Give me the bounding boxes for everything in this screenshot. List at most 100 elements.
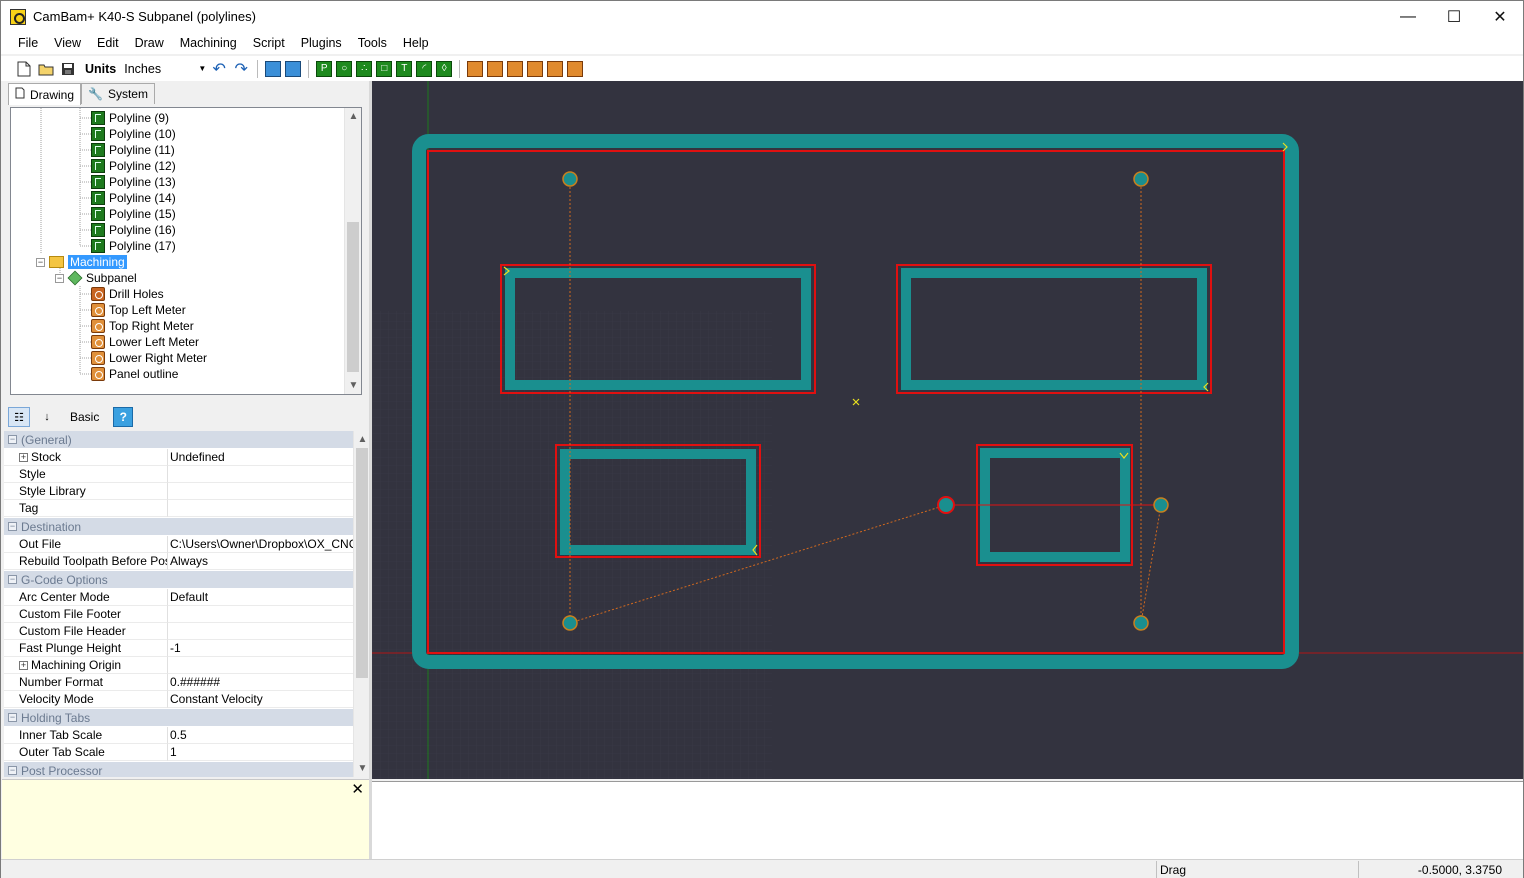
property-value[interactable]: 0.######	[168, 674, 353, 691]
top-right-meter-toolpath[interactable]	[901, 268, 1207, 390]
property-row-velocity-mode[interactable]: Velocity Mode Constant Velocity	[4, 691, 353, 708]
collapse-icon[interactable]: −	[36, 257, 45, 267]
property-row-machining-origin[interactable]: + Machining Origin	[4, 657, 353, 674]
category-destination[interactable]: − Destination	[4, 518, 353, 535]
maximize-button[interactable]: ☐	[1431, 1, 1477, 32]
save-icon[interactable]	[59, 60, 77, 78]
engrave-op-icon[interactable]	[527, 60, 544, 77]
menu-script[interactable]: Script	[245, 36, 293, 50]
collapse-icon[interactable]: −	[8, 575, 17, 584]
draw-surface-icon[interactable]: ◊	[436, 60, 453, 77]
tree-item-polyline[interactable]: Polyline (9)	[91, 110, 169, 126]
tree-item-polyline[interactable]: Polyline (11)	[91, 142, 175, 158]
property-row-outer-tab[interactable]: Outer Tab Scale 1	[4, 744, 353, 761]
draw-circle-icon[interactable]: ○	[336, 60, 353, 77]
pocket-op-icon[interactable]	[487, 60, 504, 77]
drawing-canvas[interactable]	[372, 81, 1523, 779]
property-grid[interactable]: − (General) + Stock Undefined Style Style L…	[4, 431, 370, 777]
draw-rectangle-icon[interactable]: □	[376, 60, 393, 77]
show-grid-icon[interactable]	[285, 60, 302, 77]
scrollbar-thumb[interactable]	[347, 222, 359, 372]
menu-file[interactable]: File	[10, 36, 46, 50]
category-post-processor[interactable]: − Post Processor	[4, 762, 353, 777]
property-row-header[interactable]: Custom File Header	[4, 623, 353, 640]
property-row-tag[interactable]: Tag	[4, 500, 353, 517]
tree-item-operation[interactable]: Top Left Meter	[91, 302, 186, 318]
menu-edit[interactable]: Edit	[89, 36, 127, 50]
property-row-style[interactable]: Style	[4, 466, 353, 483]
top-right-meter-outline[interactable]	[896, 264, 1212, 394]
open-folder-icon[interactable]	[37, 60, 55, 78]
draw-arc-icon[interactable]: ◜	[416, 60, 433, 77]
tree-item-polyline[interactable]: Polyline (10)	[91, 126, 176, 142]
property-row-out-file[interactable]: Out File C:\Users\Owner\Dropbox\OX_CNC\C	[4, 536, 353, 553]
category-general[interactable]: − (General)	[4, 431, 353, 448]
property-value[interactable]	[168, 466, 353, 483]
message-log[interactable]	[372, 781, 1523, 859]
drill-op-icon[interactable]	[507, 60, 524, 77]
drill-hole[interactable]	[1133, 615, 1149, 631]
help-icon[interactable]: ?	[113, 407, 134, 427]
collapse-icon[interactable]: −	[8, 713, 17, 722]
drill-hole[interactable]	[937, 496, 955, 514]
close-icon[interactable]: ✕	[351, 780, 364, 798]
menu-help[interactable]: Help	[395, 36, 437, 50]
scrollbar-thumb[interactable]	[356, 448, 368, 678]
undo-icon[interactable]: ↶	[210, 60, 228, 78]
tree-item-operation[interactable]: Lower Right Meter	[91, 350, 207, 366]
tab-system[interactable]: 🔧 System	[81, 83, 155, 104]
property-value[interactable]: C:\Users\Owner\Dropbox\OX_CNC\C	[168, 536, 353, 553]
redo-icon[interactable]: ↷	[232, 60, 250, 78]
snap-grid-icon[interactable]	[265, 60, 282, 77]
tree-item-machining[interactable]: − Machining	[36, 254, 127, 270]
scroll-up-icon[interactable]: ▲	[354, 431, 370, 448]
property-value[interactable]	[168, 606, 353, 623]
scroll-down-icon[interactable]: ▼	[345, 377, 361, 394]
property-row-footer[interactable]: Custom File Footer	[4, 606, 353, 623]
alphabetical-sort-icon[interactable]: ↓	[36, 407, 58, 427]
property-row-number-format[interactable]: Number Format 0.######	[4, 674, 353, 691]
drill-hole[interactable]	[1133, 171, 1149, 187]
minimize-button[interactable]: —	[1385, 1, 1431, 32]
lathe-op-icon[interactable]	[547, 60, 564, 77]
property-value[interactable]	[168, 483, 353, 500]
new-file-icon[interactable]	[15, 60, 33, 78]
collapse-icon[interactable]: −	[55, 273, 64, 283]
tree-item-polyline[interactable]: Polyline (13)	[91, 174, 176, 190]
property-row-inner-tab[interactable]: Inner Tab Scale 0.5	[4, 727, 353, 744]
property-row-rebuild[interactable]: Rebuild Toolpath Before Post Always	[4, 553, 353, 570]
tab-drawing[interactable]: Drawing	[8, 83, 82, 105]
collapse-icon[interactable]: −	[8, 435, 17, 444]
property-row-stock[interactable]: + Stock Undefined	[4, 449, 353, 466]
menu-view[interactable]: View	[46, 36, 89, 50]
scroll-down-icon[interactable]: ▼	[354, 760, 370, 777]
collapse-icon[interactable]: −	[8, 522, 17, 531]
tree-item-operation[interactable]: Drill Holes	[91, 286, 164, 302]
categorized-view-icon[interactable]: ☷	[8, 407, 30, 427]
menu-draw[interactable]: Draw	[127, 36, 172, 50]
property-value[interactable]: Default	[168, 589, 353, 606]
property-value[interactable]: Undefined	[168, 449, 353, 466]
property-value[interactable]: 1	[168, 744, 353, 761]
property-row-fast-plunge[interactable]: Fast Plunge Height -1	[4, 640, 353, 657]
close-button[interactable]: ✕	[1477, 1, 1523, 32]
tree-scrollbar[interactable]: ▲ ▼	[344, 108, 361, 394]
tree-item-operation[interactable]: Lower Left Meter	[91, 334, 199, 350]
collapse-icon[interactable]: −	[8, 766, 17, 775]
scroll-up-icon[interactable]: ▲	[345, 108, 361, 125]
expand-icon[interactable]: +	[19, 660, 28, 670]
category-holding-tabs[interactable]: − Holding Tabs	[4, 709, 353, 726]
property-value[interactable]: 0.5	[168, 727, 353, 744]
draw-polyline-icon[interactable]: P	[316, 60, 333, 77]
basic-mode-button[interactable]: Basic	[70, 410, 99, 424]
profile-op-icon[interactable]	[467, 60, 484, 77]
tree-item-operation[interactable]: Top Right Meter	[91, 318, 194, 334]
drawing-view[interactable]	[372, 81, 1523, 779]
tree-item-polyline[interactable]: Polyline (16)	[91, 222, 176, 238]
tree-item-polyline[interactable]: Polyline (17)	[91, 238, 176, 254]
property-value[interactable]	[168, 657, 353, 674]
property-scrollbar[interactable]: ▲ ▼	[353, 431, 370, 777]
property-value[interactable]: Constant Velocity	[168, 691, 353, 708]
property-value[interactable]: -1	[168, 640, 353, 657]
property-value[interactable]	[168, 500, 353, 517]
